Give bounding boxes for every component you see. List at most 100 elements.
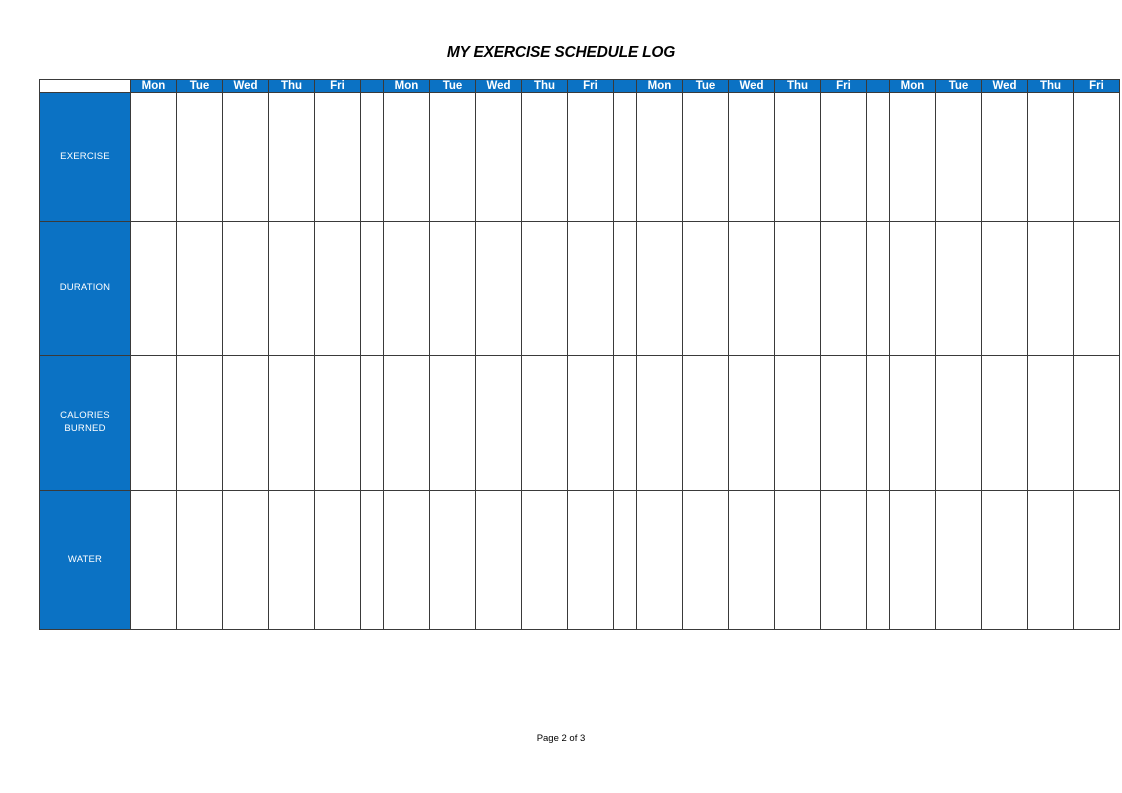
- day-header-w2-mon: Mon: [383, 79, 430, 93]
- cell-exercise-w4-mon[interactable]: [889, 92, 936, 222]
- day-header-w4-tue: Tue: [935, 79, 982, 93]
- cell-exercise-w3-tue[interactable]: [682, 92, 729, 222]
- cell-exercise-w4-wed[interactable]: [981, 92, 1028, 222]
- cell-calories-burned-w4-fri[interactable]: [1073, 355, 1120, 491]
- cell-water-w2-tue[interactable]: [429, 490, 476, 630]
- exercise-schedule-table: Mon Tue Wed Thu Fri Mon Tue Wed Thu Fri Mon Tue Wed T…: [39, 79, 1120, 630]
- cell-calories-burned-w1-fri[interactable]: [314, 355, 361, 491]
- cell-calories-burned-w3-wed[interactable]: [728, 355, 775, 491]
- cell-exercise-w2-thu[interactable]: [521, 92, 568, 222]
- table-row-duration: DURATION: [39, 221, 1120, 356]
- cell-duration-w4-fri[interactable]: [1073, 221, 1120, 356]
- cell-calories-burned-w4-tue[interactable]: [935, 355, 982, 491]
- cell-duration-w2-fri[interactable]: [567, 221, 614, 356]
- week-spacer-cell-1: [360, 92, 384, 222]
- cell-exercise-w2-fri[interactable]: [567, 92, 614, 222]
- cell-water-w1-tue[interactable]: [176, 490, 223, 630]
- cell-calories-burned-w2-fri[interactable]: [567, 355, 614, 491]
- cell-duration-w3-mon[interactable]: [636, 221, 683, 356]
- day-header-w2-fri: Fri: [567, 79, 614, 93]
- cell-calories-burned-w2-tue[interactable]: [429, 355, 476, 491]
- cell-exercise-w1-tue[interactable]: [176, 92, 223, 222]
- cell-exercise-w3-wed[interactable]: [728, 92, 775, 222]
- cell-calories-burned-w2-mon[interactable]: [383, 355, 430, 491]
- cell-exercise-w1-wed[interactable]: [222, 92, 269, 222]
- cell-water-w3-thu[interactable]: [774, 490, 821, 630]
- cell-exercise-w4-fri[interactable]: [1073, 92, 1120, 222]
- week-spacer-header-2: [613, 79, 637, 93]
- cell-water-w4-wed[interactable]: [981, 490, 1028, 630]
- cell-calories-burned-w4-thu[interactable]: [1027, 355, 1074, 491]
- cell-calories-burned-w1-mon[interactable]: [130, 355, 177, 491]
- cell-exercise-w4-tue[interactable]: [935, 92, 982, 222]
- cell-duration-w1-tue[interactable]: [176, 221, 223, 356]
- cell-calories-burned-w4-wed[interactable]: [981, 355, 1028, 491]
- cell-exercise-w3-mon[interactable]: [636, 92, 683, 222]
- cell-duration-w2-tue[interactable]: [429, 221, 476, 356]
- cell-water-w3-wed[interactable]: [728, 490, 775, 630]
- cell-exercise-w1-fri[interactable]: [314, 92, 361, 222]
- cell-calories-burned-w1-wed[interactable]: [222, 355, 269, 491]
- cell-water-w2-fri[interactable]: [567, 490, 614, 630]
- cell-duration-w1-thu[interactable]: [268, 221, 315, 356]
- cell-duration-w4-thu[interactable]: [1027, 221, 1074, 356]
- cell-water-w2-thu[interactable]: [521, 490, 568, 630]
- cell-calories-burned-w3-fri[interactable]: [820, 355, 867, 491]
- row-label-duration: DURATION: [39, 221, 131, 356]
- cell-exercise-w2-wed[interactable]: [475, 92, 522, 222]
- week-spacer-header-1: [360, 79, 384, 93]
- header-row: Mon Tue Wed Thu Fri Mon Tue Wed Thu Fri Mon Tue Wed T…: [39, 79, 1120, 93]
- cell-exercise-w1-thu[interactable]: [268, 92, 315, 222]
- week-spacer-cell-3: [866, 355, 890, 491]
- day-header-w3-thu: Thu: [774, 79, 821, 93]
- cell-water-w3-fri[interactable]: [820, 490, 867, 630]
- cell-calories-burned-w2-wed[interactable]: [475, 355, 522, 491]
- cell-duration-w1-wed[interactable]: [222, 221, 269, 356]
- cell-duration-w2-mon[interactable]: [383, 221, 430, 356]
- cell-exercise-w2-tue[interactable]: [429, 92, 476, 222]
- cell-duration-w1-fri[interactable]: [314, 221, 361, 356]
- cell-calories-burned-w3-thu[interactable]: [774, 355, 821, 491]
- cell-duration-w2-wed[interactable]: [475, 221, 522, 356]
- cell-duration-w3-wed[interactable]: [728, 221, 775, 356]
- cell-duration-w3-fri[interactable]: [820, 221, 867, 356]
- cell-exercise-w2-mon[interactable]: [383, 92, 430, 222]
- cell-duration-w3-thu[interactable]: [774, 221, 821, 356]
- cell-water-w2-mon[interactable]: [383, 490, 430, 630]
- cell-water-w2-wed[interactable]: [475, 490, 522, 630]
- cell-duration-w4-tue[interactable]: [935, 221, 982, 356]
- cell-calories-burned-w4-mon[interactable]: [889, 355, 936, 491]
- row-label-line: DURATION: [59, 282, 111, 294]
- page-title: MY EXERCISE SCHEDULE LOG: [446, 44, 676, 61]
- row-label-water: WATER: [39, 490, 131, 630]
- cell-calories-burned-w3-tue[interactable]: [682, 355, 729, 491]
- cell-exercise-w3-thu[interactable]: [774, 92, 821, 222]
- cell-calories-burned-w3-mon[interactable]: [636, 355, 683, 491]
- week-spacer-cell-2: [613, 221, 637, 356]
- cell-calories-burned-w2-thu[interactable]: [521, 355, 568, 491]
- cell-calories-burned-w1-tue[interactable]: [176, 355, 223, 491]
- cell-water-w3-tue[interactable]: [682, 490, 729, 630]
- cell-duration-w1-mon[interactable]: [130, 221, 177, 356]
- day-header-w2-thu: Thu: [521, 79, 568, 93]
- cell-duration-w4-mon[interactable]: [889, 221, 936, 356]
- cell-duration-w3-tue[interactable]: [682, 221, 729, 356]
- cell-water-w4-thu[interactable]: [1027, 490, 1074, 630]
- day-header-w1-thu: Thu: [268, 79, 315, 93]
- cell-exercise-w4-thu[interactable]: [1027, 92, 1074, 222]
- cell-duration-w2-thu[interactable]: [521, 221, 568, 356]
- cell-water-w1-thu[interactable]: [268, 490, 315, 630]
- cell-water-w1-wed[interactable]: [222, 490, 269, 630]
- cell-water-w4-mon[interactable]: [889, 490, 936, 630]
- cell-exercise-w3-fri[interactable]: [820, 92, 867, 222]
- cell-duration-w4-wed[interactable]: [981, 221, 1028, 356]
- cell-calories-burned-w1-thu[interactable]: [268, 355, 315, 491]
- cell-exercise-w1-mon[interactable]: [130, 92, 177, 222]
- row-label-line: BURNED: [64, 423, 106, 434]
- cell-water-w1-mon[interactable]: [130, 490, 177, 630]
- cell-water-w1-fri[interactable]: [314, 490, 361, 630]
- day-header-w4-thu: Thu: [1027, 79, 1074, 93]
- cell-water-w4-fri[interactable]: [1073, 490, 1120, 630]
- cell-water-w3-mon[interactable]: [636, 490, 683, 630]
- cell-water-w4-tue[interactable]: [935, 490, 982, 630]
